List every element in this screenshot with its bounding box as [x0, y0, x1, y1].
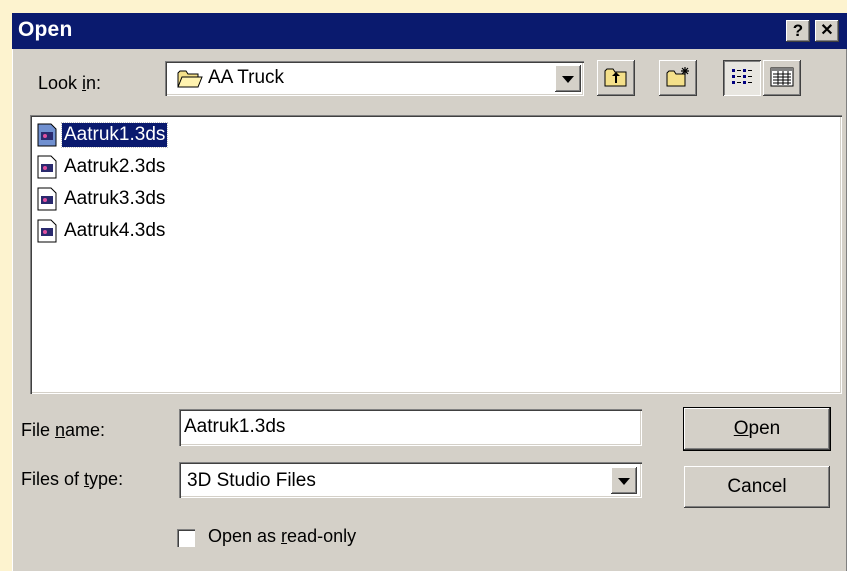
file-type-value: 3D Studio Files	[187, 470, 316, 491]
file-item-aatruk3[interactable]: Aatruk3.3ds	[36, 184, 167, 214]
up-one-level-button[interactable]	[597, 60, 635, 96]
up-one-level-icon	[604, 68, 627, 87]
details-view-button[interactable]	[763, 60, 801, 96]
look-in-combo[interactable]: AA Truck	[165, 61, 584, 96]
file-type-select[interactable]: 3D Studio Files	[179, 462, 642, 498]
look-in-value: AA Truck	[208, 67, 285, 88]
3ds-file-icon	[37, 219, 57, 243]
new-folder-button[interactable]	[659, 60, 697, 96]
open-dialog: Open ? ✕ Look in: AA Truck Aatruk1.3ds A…	[12, 13, 847, 571]
look-in-label: Look in:	[38, 73, 102, 93]
cancel-button[interactable]: Cancel	[684, 466, 830, 508]
file-name-input[interactable]: Aatruk1.3ds	[179, 409, 642, 446]
file-item-aatruk4[interactable]: Aatruk4.3ds	[36, 216, 167, 246]
chevron-down-icon	[618, 478, 630, 485]
file-name-value: Aatruk1.3ds	[184, 416, 286, 437]
3ds-file-icon	[37, 123, 57, 147]
close-button[interactable]: ✕	[815, 20, 839, 42]
file-name-label: File name:	[21, 420, 106, 440]
read-only-checkbox[interactable]	[177, 529, 195, 547]
help-button[interactable]: ?	[786, 20, 810, 42]
dialog-title: Open	[18, 18, 73, 41]
folder-icon	[177, 69, 203, 94]
3ds-file-icon	[37, 187, 57, 211]
3ds-file-icon	[37, 155, 57, 179]
file-name-text: Aatruk2.3ds	[64, 156, 166, 177]
file-item-aatruk2[interactable]: Aatruk2.3ds	[36, 152, 167, 182]
chevron-down-icon	[562, 76, 574, 83]
list-view-icon	[732, 69, 752, 84]
file-type-dropdown-button[interactable]	[611, 467, 637, 494]
list-view-button[interactable]	[723, 60, 761, 96]
file-type-label: Files of type:	[21, 469, 124, 489]
new-folder-icon	[666, 67, 689, 87]
file-item-aatruk1[interactable]: Aatruk1.3ds	[36, 120, 169, 150]
look-in-dropdown-button[interactable]	[555, 65, 581, 92]
open-button[interactable]: Open	[684, 408, 830, 450]
file-name-text: Aatruk1.3ds	[60, 122, 169, 148]
file-name-text: Aatruk4.3ds	[64, 220, 166, 241]
file-name-text: Aatruk3.3ds	[64, 188, 166, 209]
title-bar[interactable]: Open ? ✕	[12, 13, 847, 49]
details-view-icon	[770, 67, 794, 87]
read-only-label[interactable]: Open as read-only	[208, 526, 356, 547]
file-list[interactable]: Aatruk1.3ds Aatruk2.3ds Aatruk3.3ds Aatr…	[30, 115, 842, 394]
